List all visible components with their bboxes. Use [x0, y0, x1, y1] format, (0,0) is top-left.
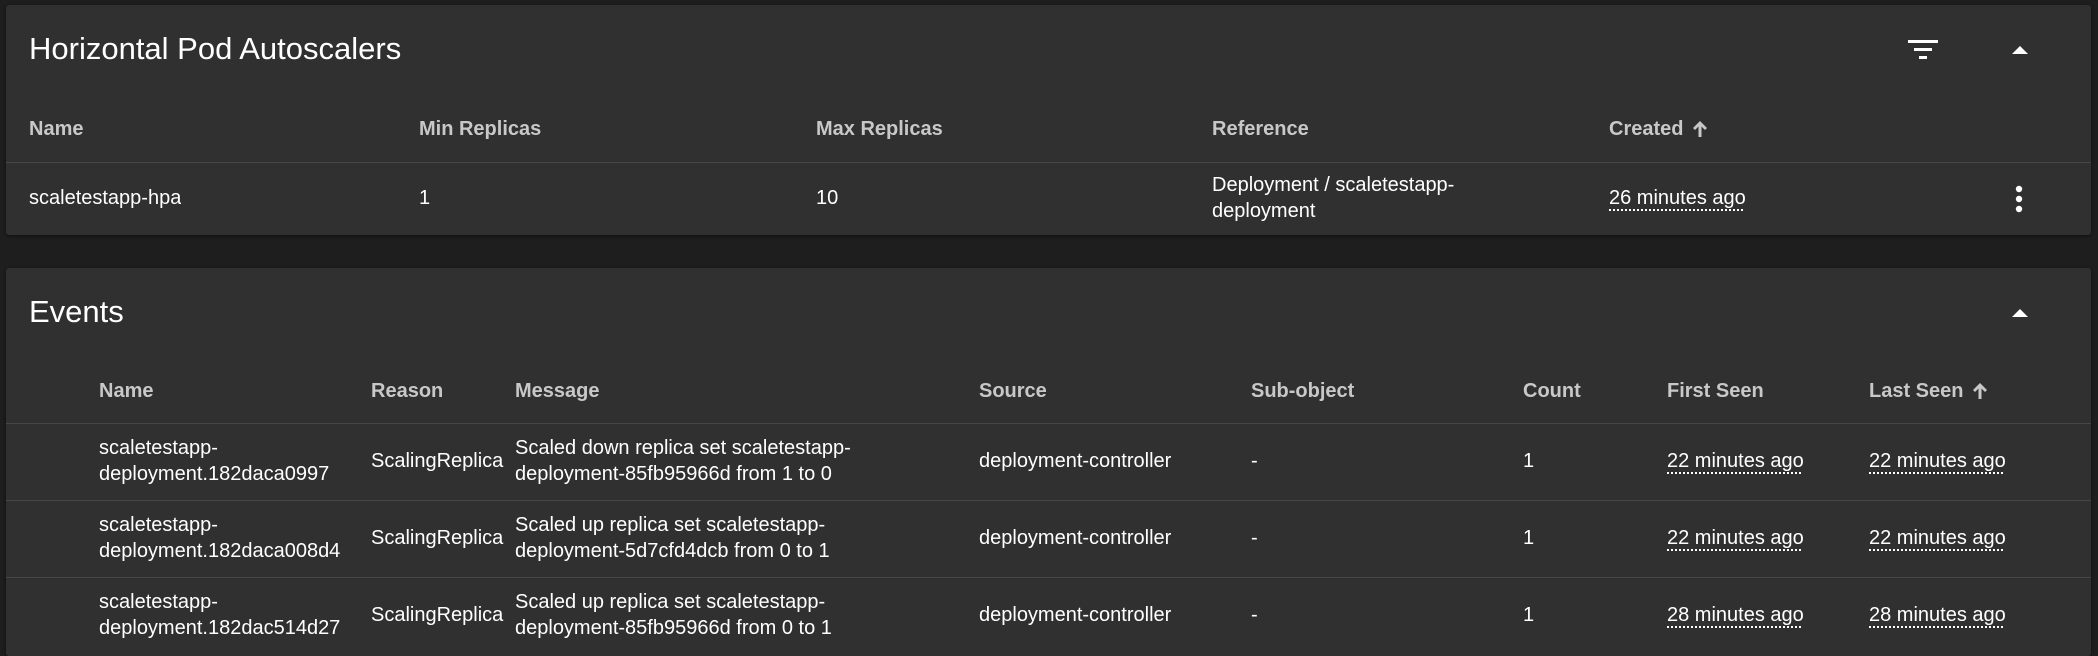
hpa-table-header: Name Min Replicas Max Replicas Reference… — [6, 97, 2091, 162]
events-collapse-button[interactable] — [1998, 291, 2042, 335]
event-sub-object: - — [1251, 604, 1258, 626]
table-row[interactable]: scaletestapp- deployment.182dac514d27 Sc… — [6, 577, 2091, 656]
event-name-line1: scaletestapp- — [99, 591, 218, 613]
column-header-sub-object[interactable]: Sub-object — [1251, 379, 1354, 403]
hpa-name[interactable]: scaletestapp-hpa — [29, 185, 181, 211]
events-table-header: Name Reason Message Source Sub-object Co… — [6, 360, 2091, 423]
event-last-seen[interactable]: 22 minutes ago — [1869, 448, 2006, 474]
event-reason: ScalingReplica — [371, 450, 504, 472]
event-message-line1: Scaled down replica set scaletestapp- — [515, 437, 851, 459]
table-row[interactable]: scaletestapp- deployment.182daca008d4 Sc… — [6, 500, 2091, 578]
event-count: 1 — [1523, 604, 1535, 626]
arrow-up-icon — [1973, 381, 1988, 405]
events-card-header: Events — [6, 268, 2091, 360]
column-header-created[interactable]: Created — [1609, 117, 1708, 143]
column-header-min-replicas[interactable]: Min Replicas — [419, 117, 541, 141]
column-header-last-seen-label: Last Seen — [1869, 380, 1964, 402]
column-header-created-label: Created — [1609, 118, 1684, 140]
event-count: 1 — [1523, 450, 1535, 472]
filter-icon — [1908, 40, 1938, 59]
event-message-line1: Scaled up replica set scaletestapp- — [515, 514, 826, 536]
column-header-event-name[interactable]: Name — [99, 379, 153, 403]
event-source: deployment-controller — [979, 527, 1172, 549]
hpa-reference-line2: deployment — [1212, 200, 1316, 222]
event-name[interactable]: scaletestapp- deployment.182daca008d4 — [99, 512, 367, 564]
event-name-line2: deployment.182daca0997 — [99, 463, 330, 485]
column-header-reference[interactable]: Reference — [1212, 117, 1309, 141]
more-vert-icon — [2015, 185, 2023, 213]
event-message: Scaled up replica set scaletestapp- depl… — [515, 589, 832, 641]
hpa-created[interactable]: 26 minutes ago — [1609, 185, 1746, 211]
event-name-line1: scaletestapp- — [99, 437, 218, 459]
hpa-reference[interactable]: Deployment / scaletestapp- deployment — [1212, 172, 1454, 224]
event-first-seen[interactable]: 28 minutes ago — [1667, 602, 1804, 628]
table-row[interactable]: scaletestapp-hpa 1 10 Deployment / scale… — [6, 162, 2091, 235]
event-first-seen[interactable]: 22 minutes ago — [1667, 448, 1804, 474]
event-count: 1 — [1523, 527, 1535, 549]
event-last-seen[interactable]: 28 minutes ago — [1869, 602, 2006, 628]
hpa-collapse-button[interactable] — [1998, 28, 2042, 72]
event-sub-object: - — [1251, 450, 1258, 472]
chevron-up-icon — [2012, 309, 2028, 317]
hpa-title: Horizontal Pod Autoscalers — [29, 31, 402, 66]
event-sub-object: - — [1251, 527, 1258, 549]
column-header-first-seen[interactable]: First Seen — [1667, 379, 1764, 403]
chevron-up-icon — [2012, 46, 2028, 54]
events-title: Events — [29, 294, 124, 329]
events-card: Events Name Reason Message Source Sub-ob… — [6, 268, 2091, 656]
column-header-name[interactable]: Name — [29, 117, 83, 141]
hpa-card: Horizontal Pod Autoscalers Name Min Repl… — [6, 5, 2091, 235]
event-source: deployment-controller — [979, 450, 1172, 472]
event-source: deployment-controller — [979, 604, 1172, 626]
column-header-source[interactable]: Source — [979, 379, 1047, 403]
event-message: Scaled down replica set scaletestapp- de… — [515, 435, 851, 487]
column-header-reason[interactable]: Reason — [371, 379, 443, 403]
event-last-seen[interactable]: 22 minutes ago — [1869, 525, 2006, 551]
event-name-line2: deployment.182dac514d27 — [99, 617, 341, 639]
column-header-max-replicas[interactable]: Max Replicas — [816, 117, 943, 141]
filter-button[interactable] — [1901, 28, 1945, 72]
event-name[interactable]: scaletestapp- deployment.182daca0997 — [99, 435, 367, 487]
event-message-line1: Scaled up replica set scaletestapp- — [515, 591, 826, 613]
table-row[interactable]: scaletestapp- deployment.182daca0997 Sca… — [6, 423, 2091, 501]
column-header-last-seen[interactable]: Last Seen — [1869, 379, 1988, 405]
column-header-count[interactable]: Count — [1523, 379, 1581, 403]
event-name-line2: deployment.182daca008d4 — [99, 540, 341, 562]
hpa-card-header: Horizontal Pod Autoscalers — [6, 5, 2091, 97]
hpa-max-replicas: 10 — [816, 187, 839, 209]
row-actions-button[interactable] — [1997, 177, 2041, 221]
event-message: Scaled up replica set scaletestapp- depl… — [515, 512, 830, 564]
event-reason: ScalingReplica — [371, 604, 504, 626]
event-reason: ScalingReplica — [371, 527, 504, 549]
event-message-line2: deployment-85fb95966d from 1 to 0 — [515, 463, 832, 485]
hpa-min-replicas: 1 — [419, 187, 431, 209]
event-first-seen[interactable]: 22 minutes ago — [1667, 525, 1804, 551]
arrow-up-icon — [1693, 119, 1708, 143]
column-header-message[interactable]: Message — [515, 379, 600, 403]
event-name[interactable]: scaletestapp- deployment.182dac514d27 — [99, 589, 367, 641]
event-name-line1: scaletestapp- — [99, 514, 218, 536]
hpa-reference-line1: Deployment / scaletestapp- — [1212, 174, 1455, 196]
event-message-line2: deployment-85fb95966d from 0 to 1 — [515, 617, 832, 639]
event-message-line2: deployment-5d7cfd4dcb from 0 to 1 — [515, 540, 830, 562]
